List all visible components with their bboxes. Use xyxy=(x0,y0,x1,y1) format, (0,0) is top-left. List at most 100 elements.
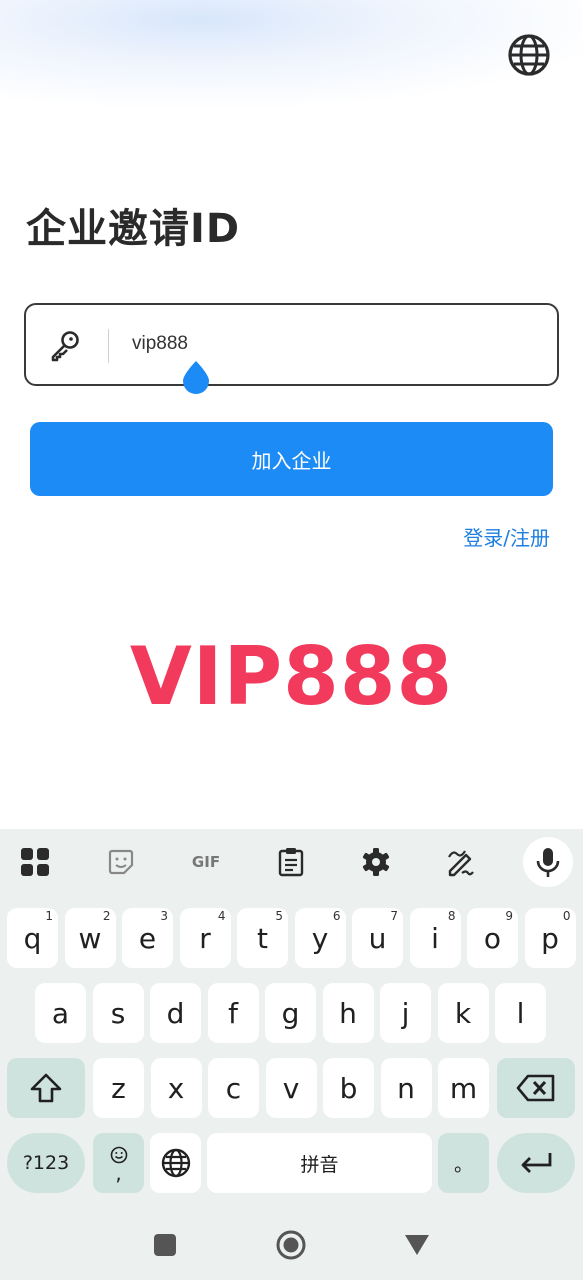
key-g-label: g xyxy=(281,996,300,1030)
key-u-label: u xyxy=(368,921,387,955)
key-c[interactable]: c xyxy=(208,1058,259,1118)
backspace-key[interactable] xyxy=(497,1058,575,1118)
key-o-label: o xyxy=(483,921,502,955)
sticker-icon xyxy=(108,849,134,875)
key-g[interactable]: g xyxy=(265,983,316,1043)
globe-icon xyxy=(508,34,550,76)
clipboard-icon xyxy=(278,848,304,877)
voice-input-button[interactable] xyxy=(523,837,573,887)
handwriting-icon xyxy=(448,850,474,877)
clipboard-button[interactable] xyxy=(266,837,316,887)
keyboard-settings-button[interactable] xyxy=(351,837,401,887)
key-a-label: a xyxy=(51,996,70,1030)
key-k-label: k xyxy=(454,996,472,1030)
language-button[interactable] xyxy=(505,31,553,79)
key-r[interactable]: r4 xyxy=(179,908,231,968)
join-enterprise-button[interactable]: 加入企业 xyxy=(30,422,553,496)
key-y[interactable]: y6 xyxy=(294,908,346,968)
shift-icon xyxy=(30,1073,62,1103)
page-title: 企业邀请ID xyxy=(26,206,241,252)
key-f-label: f xyxy=(228,996,238,1030)
space-key[interactable]: 拼音 xyxy=(207,1133,432,1193)
gif-button[interactable]: GIF xyxy=(181,837,231,887)
key-e[interactable]: e3 xyxy=(122,908,173,968)
microphone-icon xyxy=(536,848,560,877)
enter-icon xyxy=(521,1153,552,1173)
key-s-label: s xyxy=(110,996,126,1030)
keyboard-toolbar: GIF xyxy=(0,829,583,895)
key-p-label: p xyxy=(541,921,559,955)
key-c-label: c xyxy=(225,1071,242,1105)
key-l[interactable]: l xyxy=(495,983,546,1043)
key-w[interactable]: w2 xyxy=(64,908,116,968)
period-key[interactable]: 。 xyxy=(438,1133,489,1193)
emoji-comma-key[interactable]: , xyxy=(93,1133,144,1193)
key-z-label: z xyxy=(111,1071,126,1105)
backspace-icon xyxy=(516,1074,555,1102)
shift-key[interactable] xyxy=(7,1058,85,1118)
key-n-label: n xyxy=(397,1071,415,1105)
key-r-hint: 4 xyxy=(217,909,226,923)
key-i[interactable]: i8 xyxy=(409,908,461,968)
key-j-label: j xyxy=(401,996,410,1030)
key-i-label: i xyxy=(431,921,439,955)
key-t-label: t xyxy=(257,921,268,955)
key-n[interactable]: n xyxy=(380,1058,432,1118)
login-register-link[interactable]: 登录/注册 xyxy=(463,522,550,551)
key-m-label: m xyxy=(449,1071,478,1105)
key-b[interactable]: b xyxy=(323,1058,374,1118)
sticker-button[interactable] xyxy=(96,837,146,887)
key-k[interactable]: k xyxy=(437,983,489,1043)
key-e-label: e xyxy=(138,921,157,955)
key-a[interactable]: a xyxy=(35,983,86,1043)
key-x[interactable]: x xyxy=(150,1058,202,1118)
key-z[interactable]: z xyxy=(93,1058,144,1118)
key-d-label: d xyxy=(166,996,185,1030)
key-p[interactable]: p0 xyxy=(524,908,576,968)
key-q[interactable]: q1 xyxy=(7,908,58,968)
square-icon[interactable] xyxy=(154,1234,176,1256)
key-f[interactable]: f xyxy=(207,983,259,1043)
system-navigation-bar xyxy=(0,1210,583,1280)
key-d[interactable]: d xyxy=(150,983,201,1043)
triangle-back-icon[interactable] xyxy=(404,1234,430,1256)
key-i-hint: 8 xyxy=(447,909,456,923)
apps-grid-button[interactable] xyxy=(10,837,60,887)
key-e-hint: 3 xyxy=(160,909,168,923)
symbols-key[interactable]: ?123 xyxy=(7,1133,85,1193)
key-v[interactable]: v xyxy=(265,1058,317,1118)
key-w-label: w xyxy=(78,921,102,955)
key-v-label: v xyxy=(282,1071,300,1105)
key-w-hint: 2 xyxy=(102,909,111,923)
text-cursor-handle[interactable] xyxy=(181,360,211,394)
key-b-label: b xyxy=(339,1071,358,1105)
apps-grid-icon xyxy=(21,848,49,876)
input-divider xyxy=(108,329,109,363)
key-s[interactable]: s xyxy=(92,983,144,1043)
enter-key[interactable] xyxy=(497,1133,575,1193)
key-l-label: l xyxy=(516,996,525,1030)
globe-icon xyxy=(161,1148,190,1178)
key-q-hint: 1 xyxy=(45,909,53,923)
invite-id-input[interactable] xyxy=(132,333,432,355)
gear-icon xyxy=(362,848,390,876)
key-t[interactable]: t5 xyxy=(237,908,288,968)
comma-label: , xyxy=(115,1161,122,1185)
invite-id-field[interactable] xyxy=(24,303,559,386)
key-r-label: r xyxy=(199,921,211,955)
key-j[interactable]: j xyxy=(380,983,431,1043)
key-o-hint: 9 xyxy=(505,909,513,923)
header-background xyxy=(0,0,583,150)
key-icon xyxy=(51,331,79,362)
key-h[interactable]: h xyxy=(322,983,374,1043)
key-u[interactable]: u7 xyxy=(352,908,403,968)
key-t-hint: 5 xyxy=(275,909,283,923)
handwriting-button[interactable] xyxy=(436,837,486,887)
language-switch-key[interactable] xyxy=(150,1133,201,1193)
key-m[interactable]: m xyxy=(438,1058,489,1118)
watermark-text: VIP888 xyxy=(129,630,454,723)
key-u-hint: 7 xyxy=(390,909,398,923)
circle-icon[interactable] xyxy=(275,1229,307,1261)
key-o[interactable]: o9 xyxy=(467,908,518,968)
key-p-hint: 0 xyxy=(562,909,571,923)
